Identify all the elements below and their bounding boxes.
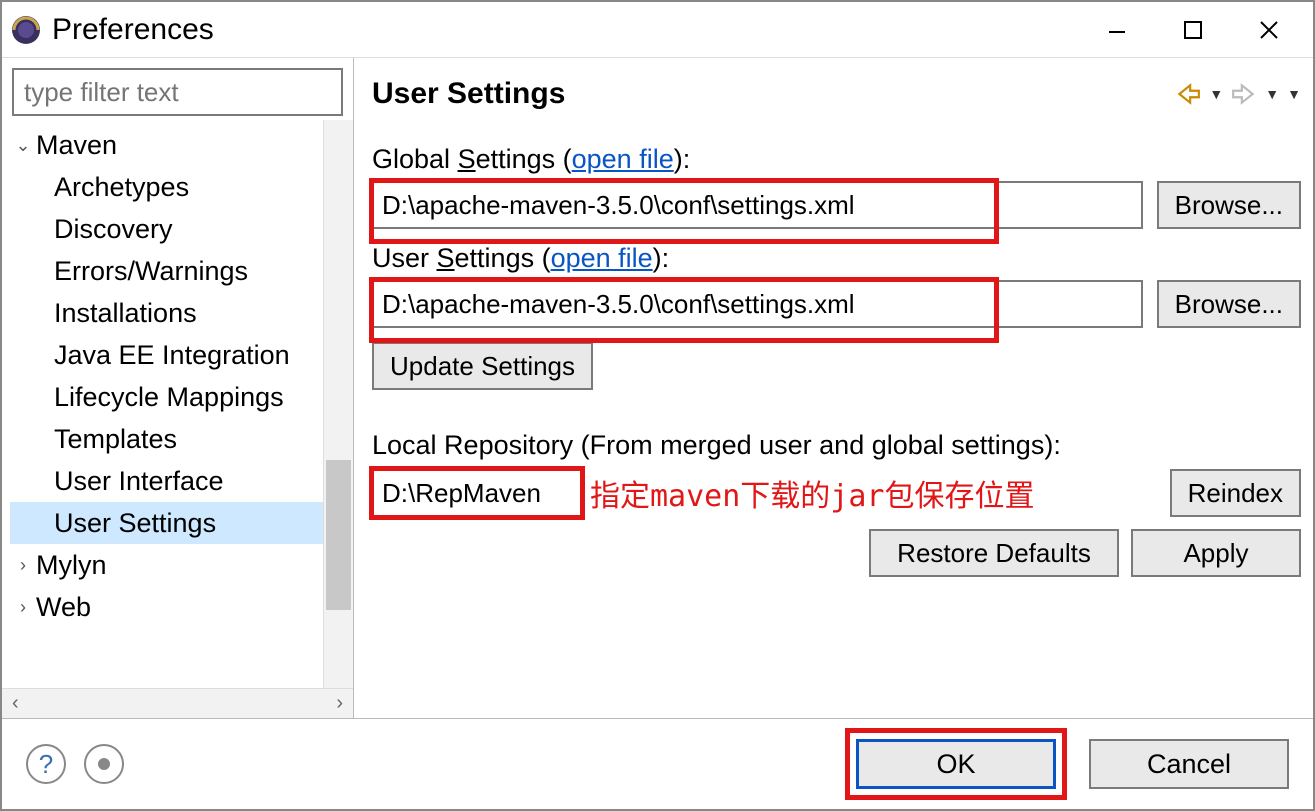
nav-icons: ▼ ▼ ▼ bbox=[1175, 81, 1301, 107]
preferences-tree[interactable]: ⌄Maven Archetypes Discovery Errors/Warnings… bbox=[2, 120, 323, 688]
tree-item-web[interactable]: ›Web bbox=[10, 586, 323, 628]
filter-input[interactable] bbox=[22, 76, 333, 109]
tree-item-errors-warnings[interactable]: Errors/Warnings bbox=[10, 250, 323, 292]
ok-button[interactable]: OK bbox=[856, 739, 1056, 789]
eclipse-icon bbox=[8, 12, 44, 48]
back-arrow-icon[interactable] bbox=[1175, 81, 1201, 107]
tree-item-archetypes[interactable]: Archetypes bbox=[10, 166, 323, 208]
caret-right-icon[interactable]: › bbox=[14, 555, 32, 576]
forward-dropdown-icon[interactable]: ▼ bbox=[1265, 86, 1279, 102]
tree-item-maven[interactable]: ⌄Maven bbox=[10, 124, 323, 166]
global-open-file-link[interactable]: open file bbox=[572, 144, 674, 174]
scrollbar-thumb[interactable] bbox=[326, 460, 351, 610]
tree-item-label: Errors/Warnings bbox=[54, 256, 248, 287]
tree-item-label: User Settings bbox=[54, 508, 216, 539]
scroll-left-icon[interactable]: ‹ bbox=[12, 692, 19, 715]
ok-highlight: OK bbox=[845, 728, 1067, 800]
caret-down-icon[interactable]: ⌄ bbox=[14, 135, 32, 156]
titlebar: Preferences bbox=[2, 2, 1313, 58]
forward-arrow-icon[interactable] bbox=[1231, 81, 1257, 107]
tree-item-java-ee-integration[interactable]: Java EE Integration bbox=[10, 334, 323, 376]
window-controls bbox=[1097, 10, 1307, 50]
import-export-icon[interactable] bbox=[84, 744, 124, 784]
cancel-button[interactable]: Cancel bbox=[1089, 739, 1289, 789]
tree-item-label: Discovery bbox=[54, 214, 173, 245]
close-button[interactable] bbox=[1249, 10, 1289, 50]
vertical-scrollbar[interactable] bbox=[323, 120, 353, 688]
local-repo-input[interactable] bbox=[372, 469, 582, 517]
reindex-button[interactable]: Reindex bbox=[1170, 469, 1301, 517]
tree-item-label: Mylyn bbox=[36, 550, 107, 581]
tree-item-label: Archetypes bbox=[54, 172, 189, 203]
horizontal-scrollbar[interactable]: ‹ › bbox=[2, 688, 353, 718]
tree-item-discovery[interactable]: Discovery bbox=[10, 208, 323, 250]
footer: ? OK Cancel bbox=[2, 719, 1313, 809]
user-settings-label: User Settings (open file): bbox=[372, 243, 1301, 274]
help-icon[interactable]: ? bbox=[26, 744, 66, 784]
scroll-right-icon[interactable]: › bbox=[336, 692, 343, 715]
update-settings-button[interactable]: Update Settings bbox=[372, 342, 593, 390]
main-panel: User Settings ▼ ▼ ▼ Global Settings (op bbox=[354, 58, 1313, 718]
minimize-button[interactable] bbox=[1097, 10, 1137, 50]
tree-item-label: Web bbox=[36, 592, 91, 623]
window-title: Preferences bbox=[52, 13, 214, 47]
filter-box[interactable] bbox=[12, 68, 343, 116]
global-settings-input[interactable] bbox=[372, 181, 1143, 229]
user-open-file-link[interactable]: open file bbox=[551, 243, 653, 273]
tree-item-lifecycle-mappings[interactable]: Lifecycle Mappings bbox=[10, 376, 323, 418]
tree-item-user-interface[interactable]: User Interface bbox=[10, 460, 323, 502]
sidebar: ⌄Maven Archetypes Discovery Errors/Warnings… bbox=[2, 58, 354, 718]
apply-button[interactable]: Apply bbox=[1131, 529, 1301, 577]
tree-item-user-settings[interactable]: User Settings bbox=[10, 502, 323, 544]
tree-item-installations[interactable]: Installations bbox=[10, 292, 323, 334]
maximize-button[interactable] bbox=[1173, 10, 1213, 50]
tree-item-label: User Interface bbox=[54, 466, 224, 497]
tree-item-mylyn[interactable]: ›Mylyn bbox=[10, 544, 323, 586]
tree-item-label: Templates bbox=[54, 424, 177, 455]
user-browse-button[interactable]: Browse... bbox=[1157, 280, 1301, 328]
user-settings-input[interactable] bbox=[372, 280, 1143, 328]
local-repo-label: Local Repository (From merged user and g… bbox=[372, 430, 1301, 461]
tree-item-label: Lifecycle Mappings bbox=[54, 382, 284, 413]
caret-right-icon[interactable]: › bbox=[14, 597, 32, 618]
annotation-text: 指定maven下载的jar包保存位置 bbox=[590, 471, 1035, 515]
menu-dropdown-icon[interactable]: ▼ bbox=[1287, 86, 1301, 102]
global-settings-label: Global Settings (open file): bbox=[372, 144, 1301, 175]
page-title: User Settings bbox=[372, 77, 1175, 111]
back-dropdown-icon[interactable]: ▼ bbox=[1209, 86, 1223, 102]
tree-item-templates[interactable]: Templates bbox=[10, 418, 323, 460]
preferences-window: Preferences ⌄Maven Archetypes Discovery Err… bbox=[0, 0, 1315, 811]
tree-item-label: Maven bbox=[36, 130, 117, 161]
restore-defaults-button[interactable]: Restore Defaults bbox=[869, 529, 1119, 577]
global-browse-button[interactable]: Browse... bbox=[1157, 181, 1301, 229]
tree-item-label: Java EE Integration bbox=[54, 340, 290, 371]
tree-item-label: Installations bbox=[54, 298, 197, 329]
